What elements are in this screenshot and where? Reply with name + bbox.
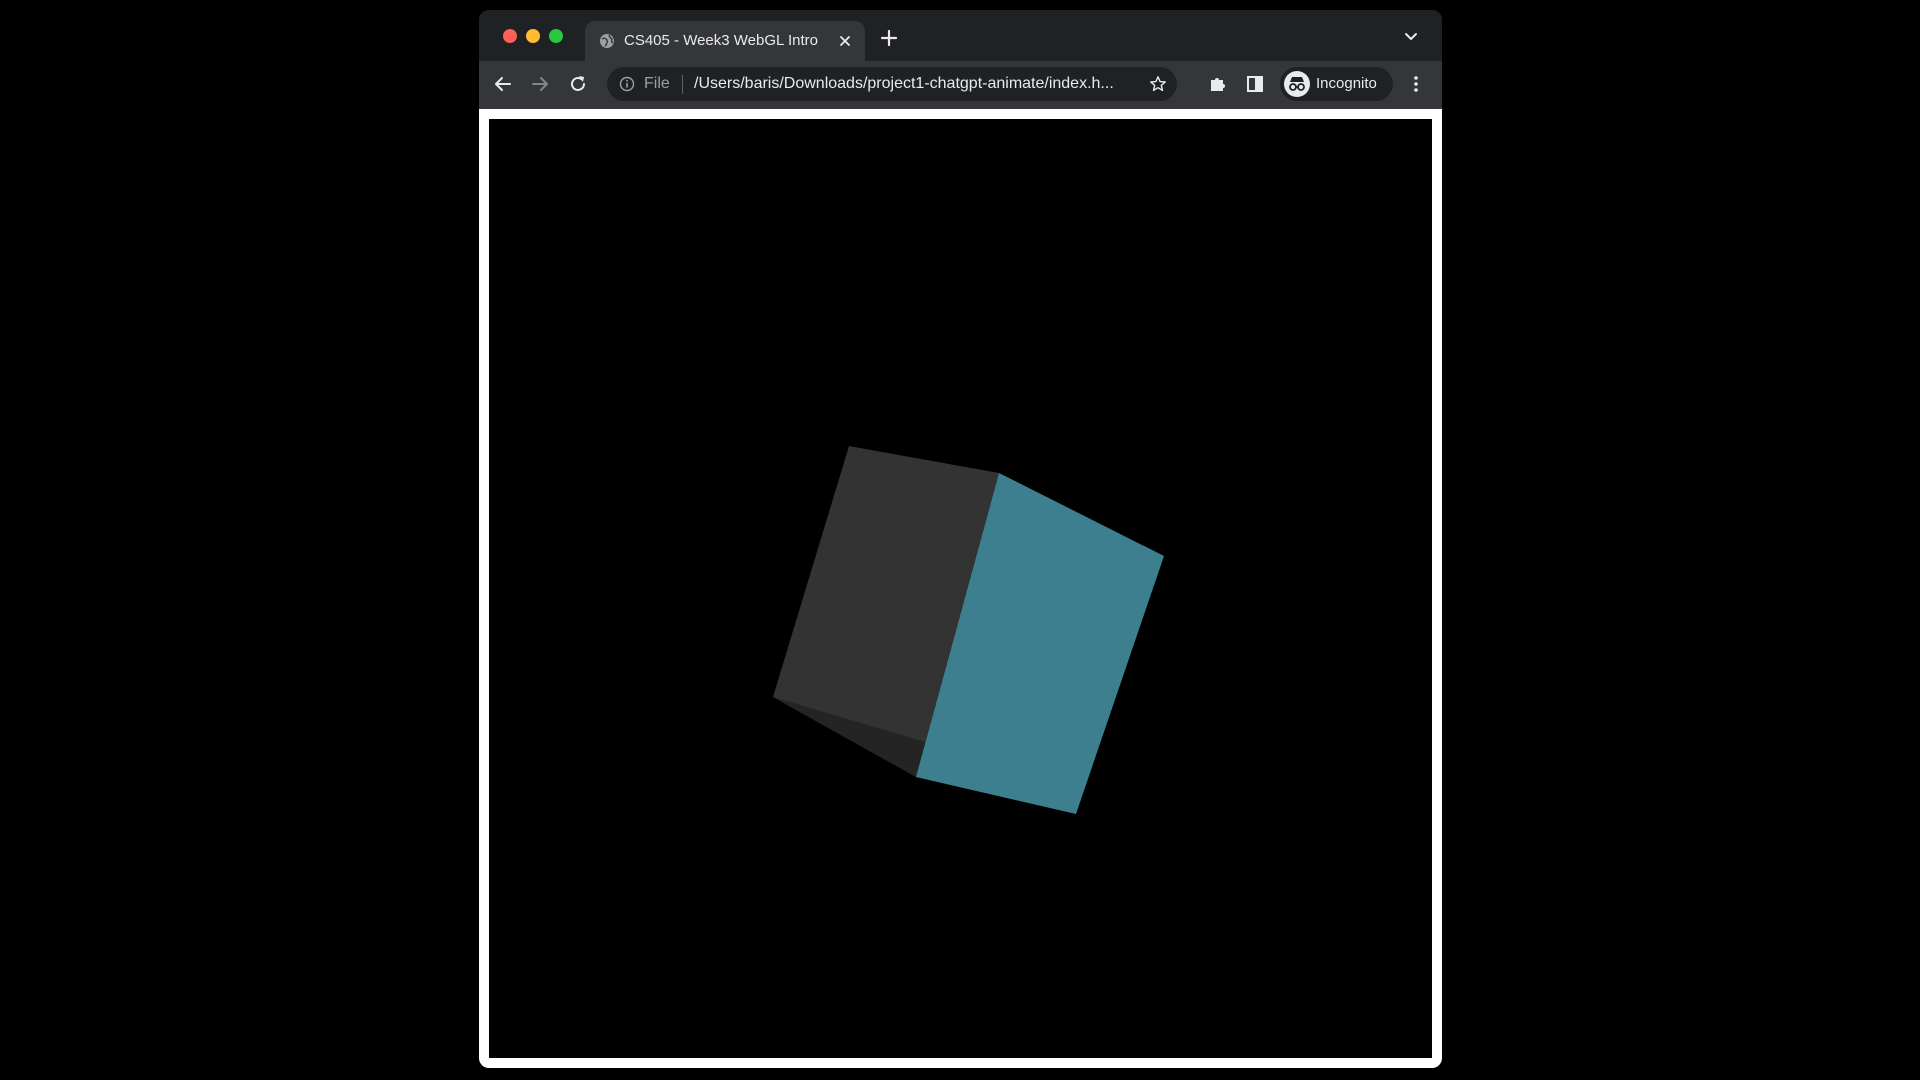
puzzle-icon[interactable] [1206, 72, 1230, 96]
webgl-canvas[interactable] [489, 119, 1432, 1058]
url-divider [682, 75, 683, 94]
profile-button[interactable]: Incognito [1280, 67, 1393, 101]
incognito-icon [1284, 71, 1310, 97]
tab-title: CS405 - Week3 WebGL Intro [624, 32, 818, 49]
arrow-back-icon[interactable] [491, 72, 515, 96]
url-scheme: File [644, 75, 670, 92]
profile-label: Incognito [1316, 75, 1377, 92]
page-viewport [479, 109, 1442, 1068]
tab-active[interactable]: CS405 - Week3 WebGL Intro [585, 21, 865, 61]
address-bar[interactable]: File /Users/baris/Downloads/project1-cha… [607, 67, 1177, 101]
kebab-menu-icon[interactable] [1404, 72, 1428, 96]
url-text[interactable]: /Users/baris/Downloads/project1-chatgpt-… [694, 75, 1114, 93]
close-icon[interactable] [837, 33, 853, 49]
new-tab-button[interactable] [879, 28, 899, 48]
toolbar: File /Users/baris/Downloads/project1-cha… [479, 61, 1442, 107]
star-icon[interactable] [1149, 75, 1167, 93]
info-icon[interactable] [619, 76, 635, 92]
browser-window: CS405 - Week3 WebGL Intro File /Users/ba… [479, 10, 1442, 1068]
window-minimize-button[interactable] [526, 29, 540, 43]
cube-render [773, 446, 1164, 814]
tab-strip: CS405 - Week3 WebGL Intro [479, 10, 1442, 61]
arrow-forward-icon[interactable] [528, 72, 552, 96]
reload-icon[interactable] [566, 72, 590, 96]
chevron-down-icon[interactable] [1404, 32, 1418, 42]
window-maximize-button[interactable] [549, 29, 563, 43]
side-panel-icon[interactable] [1243, 72, 1267, 96]
window-close-button[interactable] [503, 29, 517, 43]
globe-icon [600, 34, 614, 48]
